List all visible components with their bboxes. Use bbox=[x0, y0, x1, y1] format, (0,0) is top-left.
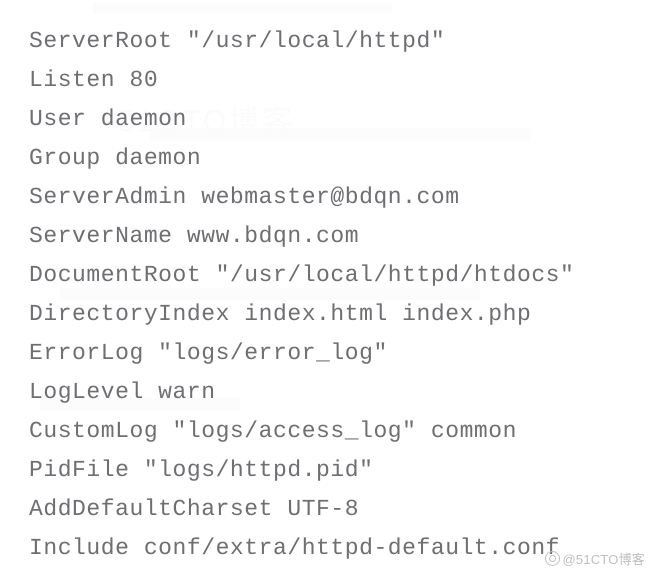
paper-mottle bbox=[150, 128, 530, 142]
paper-mottle bbox=[60, 288, 480, 300]
config-line-errorlog: ErrorLog "logs/error_log" bbox=[29, 340, 388, 366]
paper-mottle bbox=[92, 2, 392, 14]
config-line-serveradmin: ServerAdmin webmaster@bdqn.com bbox=[29, 184, 460, 210]
watermark-logo-icon bbox=[544, 551, 560, 566]
config-line-servername: ServerName www.bdqn.com bbox=[29, 223, 360, 249]
site-watermark: @51CTO博客 bbox=[544, 549, 645, 568]
config-line-loglevel: LogLevel warn bbox=[29, 379, 216, 405]
config-file-listing: 51CTO博客 ServerRoot "/usr/local/httpd" Li… bbox=[0, 0, 651, 577]
config-line-adddefaultcharset: AddDefaultCharset UTF-8 bbox=[29, 496, 360, 522]
config-line-directoryindex: DirectoryIndex index.html index.php bbox=[29, 301, 532, 327]
config-line-include: Include conf/extra/httpd-default.conf bbox=[29, 535, 561, 561]
config-line-listen: Listen 80 bbox=[29, 67, 159, 93]
watermark-label: @51CTO博客 bbox=[562, 552, 645, 567]
config-line-documentroot: DocumentRoot "/usr/local/httpd/htdocs" bbox=[29, 262, 575, 288]
config-line-group: Group daemon bbox=[29, 145, 202, 171]
config-line-customlog: CustomLog "logs/access_log" common bbox=[29, 418, 517, 444]
config-line-user: User daemon bbox=[29, 106, 187, 132]
config-line-serverroot: ServerRoot "/usr/local/httpd" bbox=[29, 28, 446, 54]
config-line-pidfile: PidFile "logs/httpd.pid" bbox=[29, 457, 374, 483]
